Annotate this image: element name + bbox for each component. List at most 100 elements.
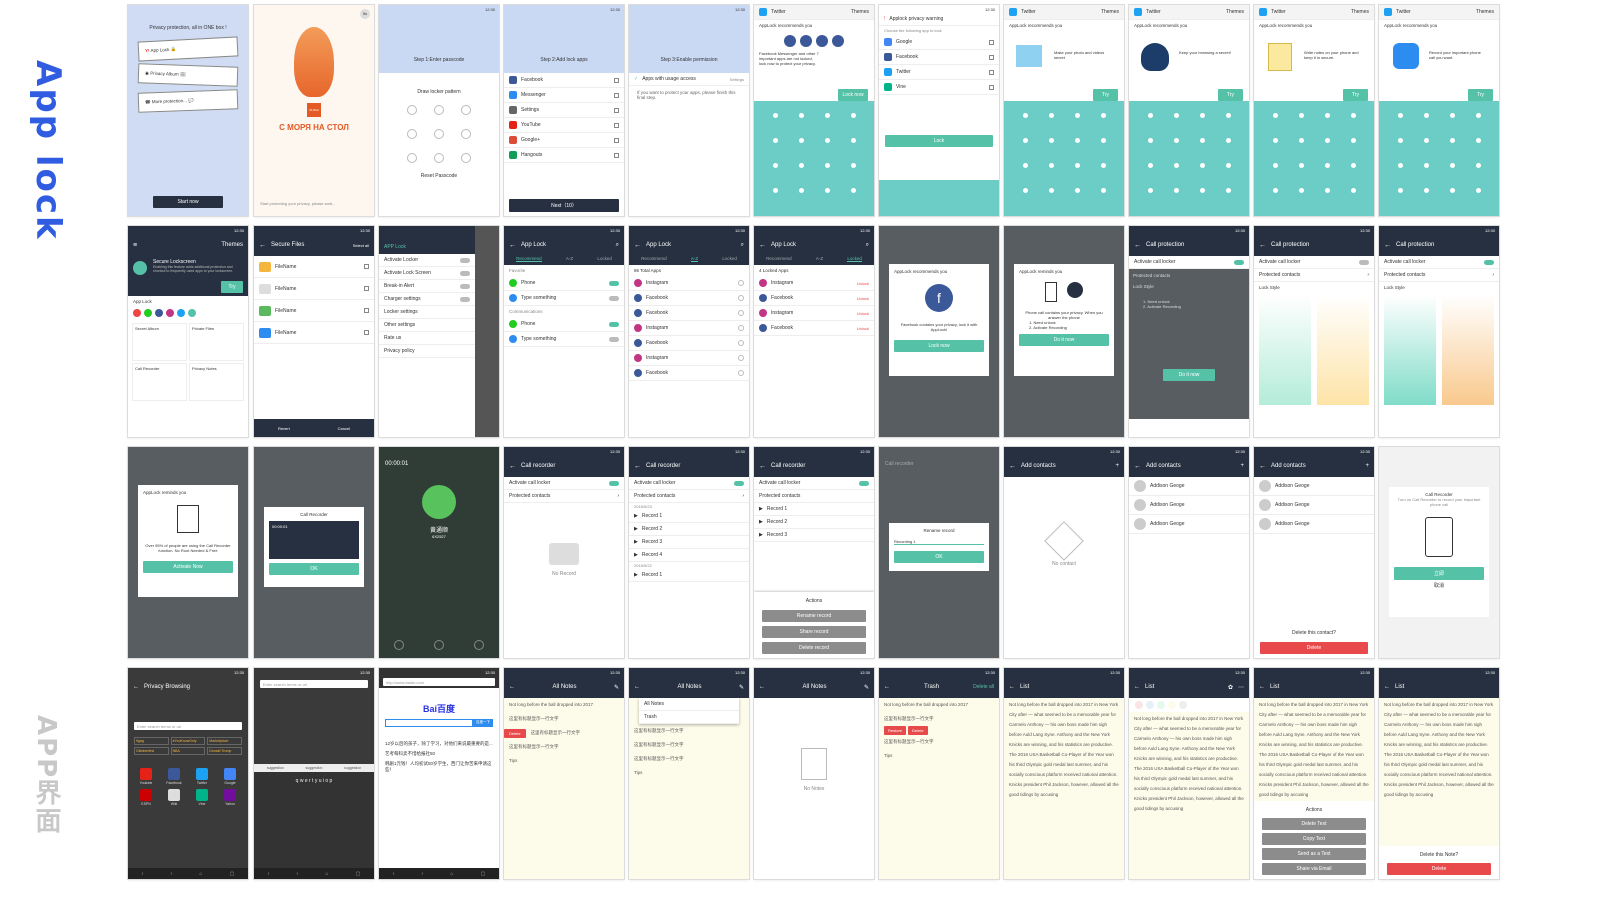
back-arrow-icon[interactable]: ← (1134, 463, 1141, 470)
unlock-link[interactable]: Unlock (857, 281, 869, 286)
search-icon[interactable]: ⌕ (866, 242, 869, 249)
next-button[interactable]: Next（10） (509, 199, 619, 212)
contact-row[interactable]: Addison Geoge (1129, 477, 1249, 496)
start-now-button[interactable]: Start now (153, 196, 223, 208)
share-record-button[interactable]: Share record (762, 626, 866, 638)
note-item[interactable]: 这里有标题显示一行文字 (879, 712, 999, 726)
drawer-item[interactable]: Break-in Alert (379, 280, 475, 293)
back-arrow-icon[interactable]: ← (1134, 684, 1140, 690)
setting-row[interactable]: Activate call locker (1129, 256, 1249, 269)
tab-recommend[interactable]: Recommend (766, 256, 792, 262)
back-arrow-icon[interactable]: ← (509, 684, 515, 690)
ok-button[interactable]: OK (894, 551, 984, 563)
try-button[interactable]: Try (1093, 89, 1118, 101)
color-palette-icon[interactable]: ✿ (1228, 684, 1233, 691)
setting-row[interactable]: Protected contacts › (1379, 269, 1499, 282)
setting-row[interactable]: Protected contacts › (1254, 269, 1374, 282)
drawer-item[interactable]: Activate Locker (379, 254, 475, 267)
back-arrow-icon[interactable]: ← (509, 463, 516, 470)
back-arrow-icon[interactable]: ← (259, 242, 266, 249)
shortcut[interactable]: ESPN (134, 789, 158, 806)
search-button[interactable]: 百度一下 (473, 719, 493, 727)
app-row[interactable]: YouTube (504, 118, 624, 133)
menu-item-trash[interactable]: Trash (639, 711, 739, 724)
setting-row[interactable]: Activate call locker (1379, 256, 1499, 269)
app-row[interactable]: Phone (504, 276, 624, 291)
app-row[interactable]: Facebook (629, 291, 749, 306)
select-all-link[interactable]: Select all (353, 243, 369, 248)
lock-now-button[interactable]: Lock now (894, 340, 984, 352)
tile-secret-album[interactable]: Secret Album (132, 323, 187, 361)
back-arrow-icon[interactable]: ← (884, 684, 890, 690)
locked-apps[interactable] (128, 307, 248, 319)
cancel-link[interactable]: 取消 (1394, 580, 1484, 591)
app-row[interactable]: Settings (504, 103, 624, 118)
delete-text-button[interactable]: Delete Text (1262, 818, 1366, 830)
tab-locked[interactable]: Locked (847, 256, 862, 262)
keyboard[interactable]: q w e r t y u i o p (254, 772, 374, 868)
revert-button[interactable]: Revert (278, 426, 290, 431)
delete-record-button[interactable]: Delete record (762, 642, 866, 654)
contact-row[interactable]: Addison Geoge (1254, 515, 1374, 534)
send-as-text-button[interactable]: Send as a Text (1262, 848, 1366, 860)
drawer-item[interactable]: Locker settings (379, 306, 475, 319)
delete-all-link[interactable]: Delete all (973, 684, 994, 690)
note-body[interactable]: Not long before the ball dropped into 20… (1379, 698, 1499, 802)
menu-icon[interactable]: ≡ (133, 242, 137, 249)
back-arrow-icon[interactable]: ← (1009, 684, 1015, 690)
activate-now-button[interactable]: Activate Now (143, 561, 233, 573)
unlock-link[interactable]: Unlock (857, 311, 869, 316)
usage-access-row[interactable]: ✓ Apps with usage access Settings (629, 73, 749, 86)
pattern-grid[interactable] (379, 97, 499, 171)
rename-input[interactable]: Recording 1 (894, 539, 984, 545)
note-item[interactable]: 这里有标题显示一行文字 (879, 735, 999, 749)
app-row[interactable]: Messenger (504, 88, 624, 103)
edit-icon[interactable]: ✎ (614, 684, 619, 691)
themes-link[interactable]: Themes (1351, 9, 1369, 15)
setting-row[interactable]: Activate call locker (629, 477, 749, 490)
app-row[interactable]: Type something (504, 291, 624, 306)
setting-row[interactable]: Protected contacts (754, 490, 874, 503)
app-row[interactable]: Facebook (629, 366, 749, 381)
app-row[interactable]: Instagram (629, 351, 749, 366)
contact-row[interactable]: Addison Geoge (1129, 496, 1249, 515)
note-item[interactable]: Tips (879, 749, 999, 763)
back-arrow-icon[interactable]: ← (1134, 242, 1141, 249)
tab-locked[interactable]: Locked (722, 256, 737, 262)
try-button[interactable]: Try (221, 281, 243, 293)
try-button[interactable]: Try (1468, 89, 1493, 101)
app-row[interactable]: Instagram (629, 276, 749, 291)
setting-row[interactable]: Activate call locker (754, 477, 874, 490)
back-arrow-icon[interactable]: ← (1259, 684, 1265, 690)
back-arrow-icon[interactable]: ← (133, 684, 139, 690)
delete-button[interactable]: Delete (1260, 642, 1368, 654)
back-arrow-icon[interactable]: ← (1384, 684, 1390, 690)
note-body[interactable]: Not long before the ball dropped into 20… (1254, 698, 1374, 802)
file-row[interactable]: FileName (254, 322, 374, 344)
add-icon[interactable]: + (1240, 463, 1244, 469)
shortcut[interactable]: Google (218, 768, 242, 785)
app-row[interactable]: Type something (504, 332, 624, 347)
try-button[interactable]: Try (1343, 89, 1368, 101)
add-icon[interactable]: + (1115, 463, 1119, 469)
back-arrow-icon[interactable]: ← (759, 242, 766, 249)
note-item[interactable]: 这里有标题显示一行文字 (629, 738, 749, 752)
do-it-now-button[interactable]: Do it now (1163, 369, 1215, 381)
tile-call-recorder[interactable]: Call Recorder (132, 363, 187, 401)
back-arrow-icon[interactable]: ← (1259, 242, 1266, 249)
back-arrow-icon[interactable]: ← (634, 684, 640, 690)
pattern-dots[interactable] (754, 101, 874, 205)
app-row[interactable]: Instagram Unlock (754, 276, 874, 291)
app-row[interactable]: Facebook (879, 50, 999, 65)
note-item[interactable]: 这里有标题显示一行文字 (629, 752, 749, 766)
contact-row[interactable]: Addison Geoge (1254, 477, 1374, 496)
tab-locked[interactable]: Locked (597, 256, 612, 262)
drawer-item[interactable]: Rate us (379, 332, 475, 345)
drawer-item[interactable]: Activate Lock Screen (379, 267, 475, 280)
rename-record-button[interactable]: Rename record (762, 610, 866, 622)
more-icon[interactable]: ⋯ (1238, 684, 1244, 691)
shortcut[interactable]: Facebook (162, 768, 186, 785)
share-email-button[interactable]: Share via Email (1262, 863, 1366, 875)
note-item[interactable]: Not long before the ball dropped into 20… (504, 698, 624, 712)
themes-link[interactable]: Themes (1101, 9, 1119, 15)
